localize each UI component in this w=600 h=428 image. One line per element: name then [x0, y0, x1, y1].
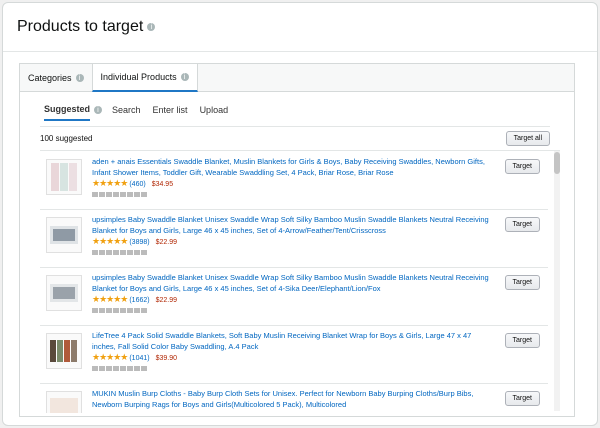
product-row: upsimples Baby Swaddle Blanket Unisex Sw… — [40, 267, 548, 326]
product-thumbnail — [46, 159, 82, 195]
product-thumbnail — [46, 217, 82, 253]
subtab-enter-list[interactable]: Enter list — [153, 105, 188, 120]
star-rating: ★★★★★ — [92, 353, 128, 363]
product-price: $39.90 — [155, 354, 177, 362]
product-thumbnail — [46, 275, 82, 311]
target-button[interactable]: Target — [504, 333, 540, 348]
target-all-button[interactable]: Target all — [505, 130, 550, 146]
product-thumbnail — [46, 391, 82, 413]
page: Products to target i Categories i Indivi… — [0, 0, 600, 428]
subtab-search[interactable]: Search — [112, 105, 141, 120]
product-row: upsimples Baby Swaddle Blanket Unisex Sw… — [40, 209, 548, 268]
product-id-redacted — [92, 366, 147, 371]
products-to-target-card: Products to target i Categories i Indivi… — [2, 2, 598, 426]
review-count[interactable]: (3898) — [129, 239, 149, 246]
tab-bar: Categories i Individual Products i — [20, 64, 574, 92]
tab-individual-products[interactable]: Individual Products i — [91, 64, 198, 92]
product-meta: ★★★★★ (1662) $22.99 — [92, 295, 177, 305]
product-thumbnail — [46, 333, 82, 369]
product-meta: ★★★★★ (1041) $39.90 — [92, 353, 177, 363]
subtab-bar: Suggested i Search Enter list Upload — [44, 104, 240, 121]
scrollbar-thumb[interactable] — [554, 152, 560, 174]
product-list[interactable]: aden + anais Essentials Swaddle Blanket,… — [40, 150, 560, 413]
subtab-suggested[interactable]: Suggested — [44, 104, 91, 121]
product-price: $22.99 — [155, 238, 177, 246]
page-title: Products to target — [17, 18, 144, 35]
target-button[interactable]: Target — [504, 217, 540, 232]
product-title-link[interactable]: MUKIN Muslin Burp Cloths - Baby Burp Clo… — [92, 388, 492, 410]
info-icon[interactable]: i — [180, 73, 189, 81]
product-row: aden + anais Essentials Swaddle Blanket,… — [40, 151, 548, 210]
target-button[interactable]: Target — [504, 159, 540, 174]
star-rating: ★★★★★ — [92, 237, 128, 247]
suggestions-header: 100 suggested Target all — [40, 126, 550, 149]
product-price: $34.95 — [151, 180, 174, 188]
targeting-tabs-panel: Categories i Individual Products i Sugge… — [19, 63, 575, 417]
product-row: MUKIN Muslin Burp Cloths - Baby Burp Clo… — [40, 383, 548, 413]
product-meta: ★★★★★ (460) $34.95 — [92, 179, 173, 189]
product-id-redacted — [92, 192, 147, 197]
subtab-upload[interactable]: Upload — [200, 105, 229, 120]
review-count[interactable]: (1041) — [129, 355, 149, 362]
review-count[interactable]: (460) — [129, 181, 145, 188]
product-price: $22.99 — [155, 296, 177, 304]
star-rating: ★★★★★ — [92, 179, 128, 189]
product-meta: ★★★★★ (3898) $22.99 — [92, 237, 177, 247]
target-button[interactable]: Target — [504, 391, 540, 406]
info-icon[interactable]: i — [75, 73, 84, 82]
product-row: LifeTree 4 Pack Solid Swaddle Blankets, … — [40, 325, 548, 384]
suggested-count: 100 suggested — [40, 133, 93, 143]
target-button[interactable]: Target — [504, 275, 540, 290]
product-id-redacted — [92, 308, 147, 313]
tab-label: Individual Products — [100, 72, 177, 82]
product-title-link[interactable]: upsimples Baby Swaddle Blanket Unisex Sw… — [92, 272, 492, 294]
info-icon[interactable]: i — [94, 105, 103, 114]
product-title-link[interactable]: LifeTree 4 Pack Solid Swaddle Blankets, … — [92, 330, 492, 352]
tab-label: Categories — [28, 72, 72, 83]
product-title-link[interactable]: aden + anais Essentials Swaddle Blanket,… — [92, 156, 492, 178]
star-rating: ★★★★★ — [92, 295, 128, 305]
tab-categories[interactable]: Categories i — [20, 64, 92, 91]
info-icon[interactable]: i — [147, 23, 156, 31]
card-header: Products to target i — [3, 3, 597, 52]
product-id-redacted — [92, 250, 147, 255]
review-count[interactable]: (1662) — [129, 297, 149, 304]
scrollbar-track[interactable] — [554, 151, 560, 411]
product-title-link[interactable]: upsimples Baby Swaddle Blanket Unisex Sw… — [92, 214, 492, 236]
